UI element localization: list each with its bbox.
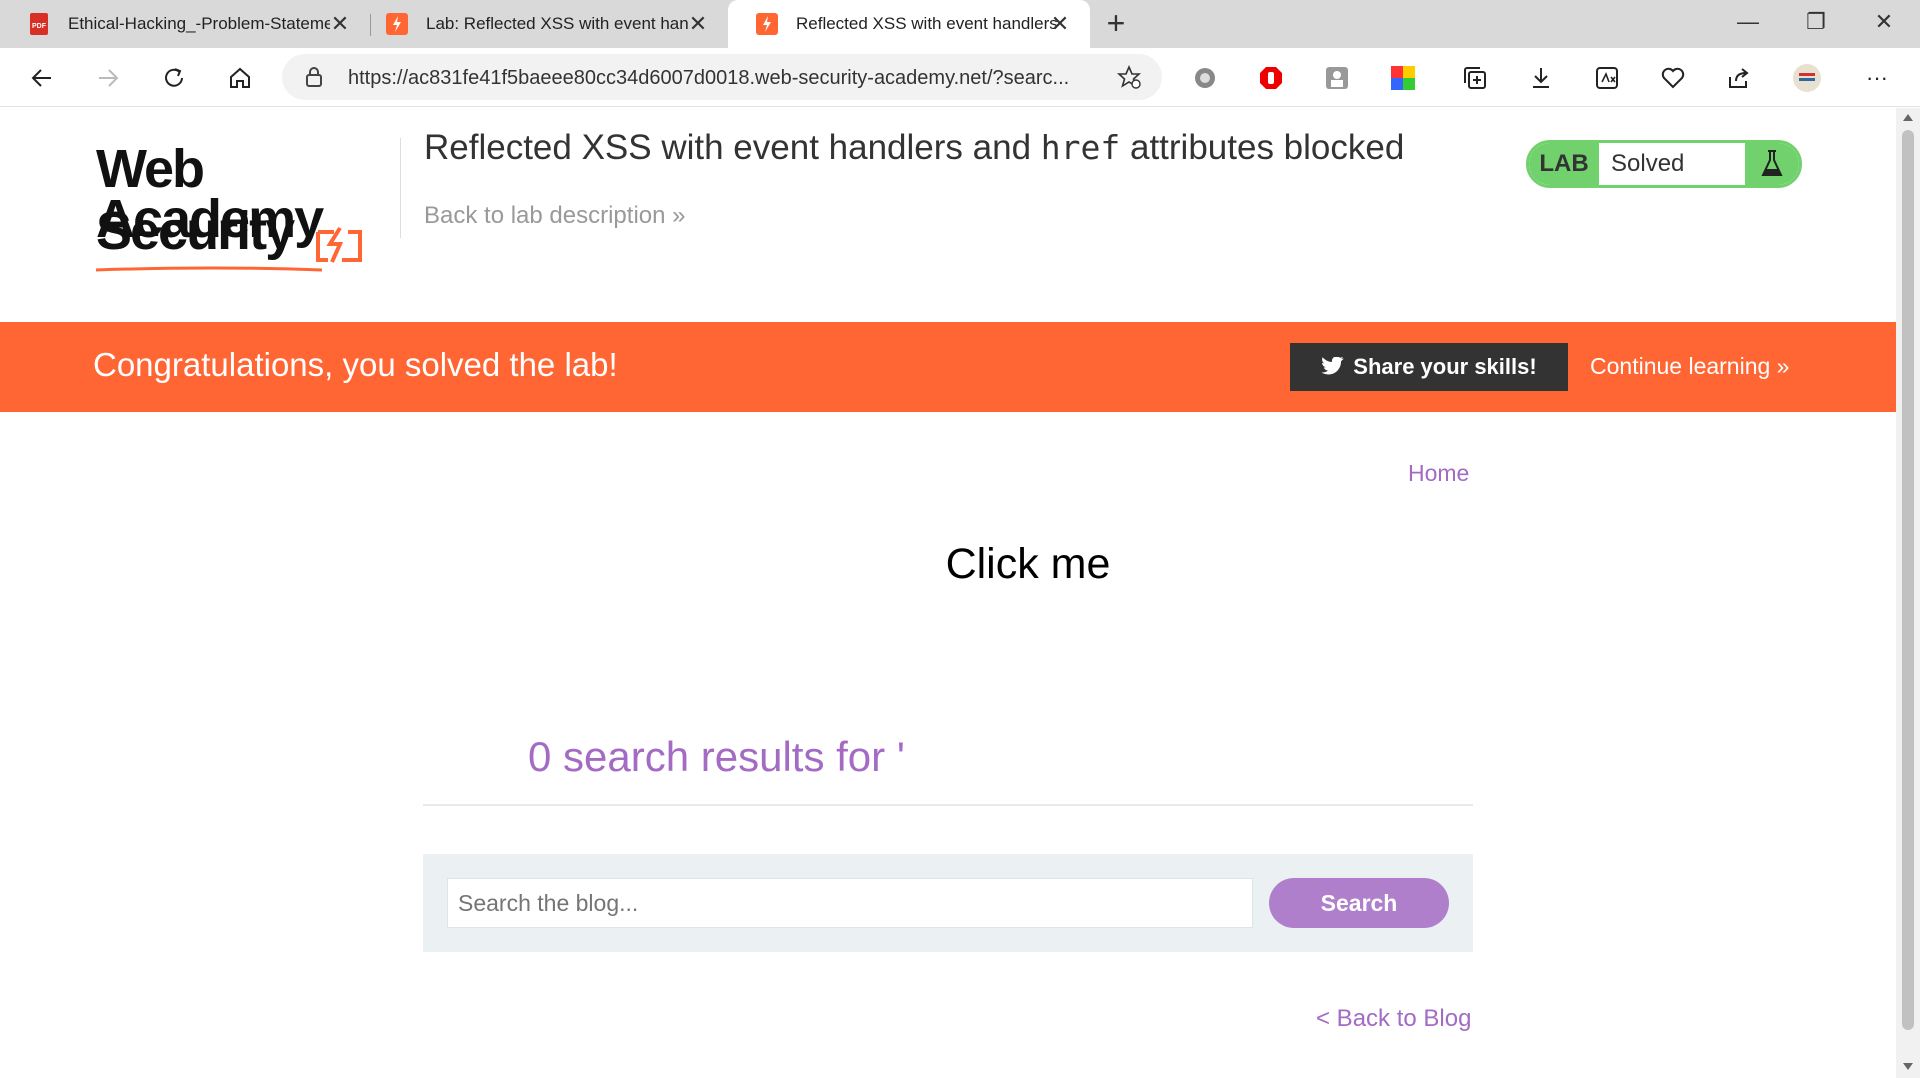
- minimize-button[interactable]: —: [1714, 0, 1782, 44]
- profile-extension[interactable]: [1321, 62, 1353, 94]
- color-extension[interactable]: [1387, 62, 1419, 94]
- close-icon[interactable]: ✕: [686, 12, 710, 36]
- person-extension-icon: [1326, 67, 1348, 89]
- heart-pulse-icon: [1661, 67, 1685, 89]
- address-bar[interactable]: https://ac831fe41f5baeee80cc34d6007d0018…: [282, 54, 1162, 100]
- close-window-button[interactable]: ✕: [1850, 0, 1918, 44]
- tab-lab-description[interactable]: Lab: Reflected XSS with event handlers ✕: [358, 0, 728, 48]
- scroll-down-arrow-icon[interactable]: [1903, 1063, 1913, 1070]
- flask-icon-container: [1745, 143, 1799, 185]
- search-results-heading: 0 search results for ': [528, 733, 905, 780]
- more-menu-button[interactable]: ···: [1861, 62, 1893, 94]
- lab-title: Reflected XSS with event handlers and hr…: [424, 128, 1404, 168]
- tab-bar: PDF Ethical-Hacking_-Problem-Statement ✕…: [0, 0, 1920, 48]
- lab-label: LAB: [1529, 143, 1599, 185]
- collections-icon: [1464, 67, 1486, 89]
- share-button[interactable]: [1723, 62, 1755, 94]
- forward-button[interactable]: [88, 58, 128, 98]
- tab-title: Ethical-Hacking_-Problem-Statement: [68, 14, 330, 33]
- tab-title: Reflected XSS with event handlers: [796, 14, 1058, 33]
- click-me-injected-link[interactable]: Click me: [0, 540, 1896, 589]
- downloads-button[interactable]: [1525, 62, 1557, 94]
- refresh-button[interactable]: [154, 58, 194, 98]
- lab-title-part2: attributes blocked: [1120, 128, 1405, 167]
- portswigger-icon: [756, 13, 778, 35]
- twitter-icon: [1321, 357, 1344, 375]
- svg-text:PDF: PDF: [32, 23, 47, 30]
- share-skills-button[interactable]: Share your skills!: [1290, 343, 1568, 391]
- math-solver-button[interactable]: [1591, 62, 1623, 94]
- page-content: Web Security Academy Reflected XSS with …: [0, 108, 1896, 1078]
- search-panel: Search: [423, 854, 1473, 952]
- close-icon[interactable]: ✕: [328, 12, 352, 36]
- navigation-bar: https://ac831fe41f5baeee80cc34d6007d0018…: [0, 48, 1920, 107]
- search-button[interactable]: Search: [1269, 878, 1449, 928]
- math-icon: [1596, 67, 1618, 89]
- pdf-icon: PDF: [30, 13, 48, 35]
- flask-icon: [1761, 150, 1783, 176]
- search-input[interactable]: [447, 878, 1253, 928]
- vertical-scrollbar[interactable]: [1896, 108, 1920, 1078]
- congratulations-banner: Congratulations, you solved the lab! Sha…: [0, 322, 1896, 412]
- web-security-academy-logo[interactable]: Web Security Academy: [95, 138, 396, 272]
- logo-underline-icon: [95, 266, 323, 272]
- stop-hand-icon: [1260, 67, 1282, 89]
- tab-pdf[interactable]: PDF Ethical-Hacking_-Problem-Statement ✕: [0, 0, 370, 48]
- color-grid-icon: [1391, 66, 1415, 90]
- share-skills-label: Share your skills!: [1353, 354, 1537, 379]
- tab-title: Lab: Reflected XSS with event handlers: [426, 14, 688, 33]
- lab-title-part1: Reflected XSS with event handlers and: [424, 128, 1041, 167]
- new-tab-button[interactable]: +: [1098, 6, 1134, 42]
- continue-learning-link[interactable]: Continue learning »: [1590, 353, 1789, 380]
- portswigger-icon: [386, 13, 408, 35]
- back-arrow-icon: [31, 69, 51, 87]
- home-icon: [230, 67, 250, 88]
- forward-arrow-icon: [99, 69, 119, 87]
- lab-status: Solved: [1611, 150, 1685, 177]
- profile-avatar-button[interactable]: [1791, 62, 1823, 94]
- scroll-up-arrow-icon[interactable]: [1903, 114, 1913, 121]
- tab-active-lab[interactable]: Reflected XSS with event handlers ✕: [728, 0, 1090, 48]
- back-to-blog-link[interactable]: < Back to Blog: [1316, 1005, 1471, 1033]
- collections-button[interactable]: [1459, 62, 1491, 94]
- download-icon: [1533, 68, 1549, 88]
- home-button[interactable]: [220, 58, 260, 98]
- avatar-icon: [1793, 64, 1821, 92]
- refresh-icon: [165, 68, 183, 87]
- back-button[interactable]: [22, 58, 62, 98]
- performance-button[interactable]: [1657, 62, 1689, 94]
- header-divider: [400, 138, 401, 238]
- congratulations-message: Congratulations, you solved the lab!: [93, 346, 618, 383]
- more-dots-icon: ···: [1866, 65, 1888, 90]
- home-link[interactable]: Home: [1408, 460, 1469, 487]
- restore-button[interactable]: ❐: [1782, 0, 1850, 44]
- url-text: https://ac831fe41f5baeee80cc34d6007d0018…: [348, 67, 1070, 89]
- circle-extension-icon: [1195, 68, 1215, 88]
- lab-status-badge: LAB Solved: [1526, 140, 1802, 188]
- scrollbar-thumb[interactable]: [1902, 130, 1914, 1030]
- extension-icon-grey[interactable]: [1189, 62, 1221, 94]
- close-icon[interactable]: ✕: [1048, 12, 1072, 36]
- adblock-extension[interactable]: [1255, 62, 1287, 94]
- lab-title-code: href: [1040, 128, 1121, 167]
- favorite-star-icon[interactable]: [1116, 64, 1142, 90]
- lock-icon: [306, 67, 322, 87]
- logo-line2: Academy: [96, 189, 324, 249]
- back-to-lab-description-link[interactable]: Back to lab description »: [424, 202, 685, 230]
- results-divider: [423, 804, 1473, 806]
- lightning-bolt-icon: [316, 226, 362, 263]
- share-icon: [1729, 68, 1749, 88]
